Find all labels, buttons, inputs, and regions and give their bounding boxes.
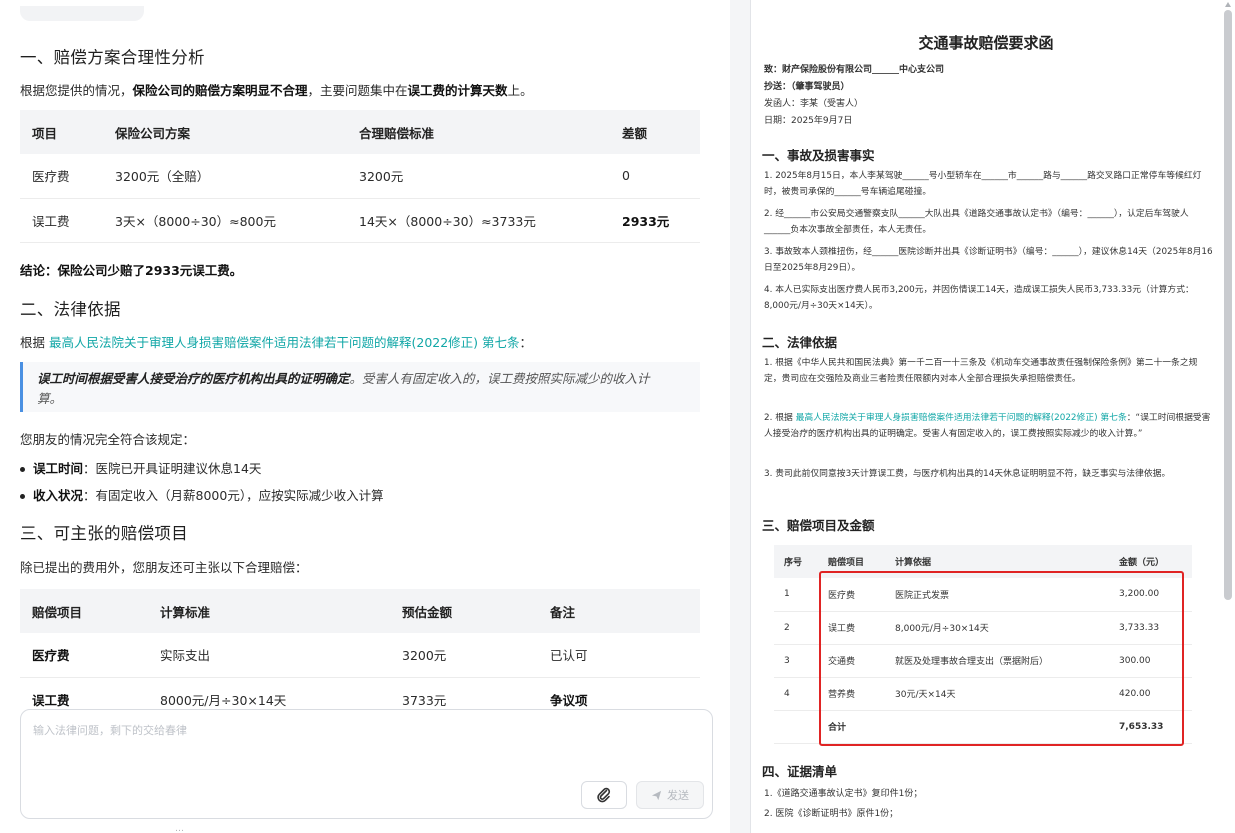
doc-section4-heading: 四、证据清单 [762,764,838,779]
col-header: 合理赔偿标准 [347,110,610,154]
doc-fact-item: 4. 本人已实际支出医疗费人民币3,200元，并因伤情误工14天，造成误工损失人… [764,285,1194,311]
table-cell: 1 [774,578,818,612]
pane-divider[interactable] [730,0,750,833]
doc-sender: 发函人：李某（受害人） [764,99,864,109]
table-cell: 3天×（8000÷30）≈800元 [103,198,347,243]
col-header: 序号 [774,545,818,578]
table-cell: 2933元 [610,198,700,243]
list-item: 收入状况：有固定收入（月薪8000元），应按实际减少收入计算 [20,485,384,504]
legal-quote: 误工时间根据受害人接受治疗的医疗机构出具的证明确定。受害人有固定收入的，误工费按… [20,362,700,412]
doc-evidence-item: 1.《道路交通事故认定书》复印件1份； [764,789,923,799]
table-cell: 4 [774,677,818,711]
table-cell: 实际支出 [148,633,390,678]
section3-intro: 除已提出的费用外，您朋友还可主张以下合理赔偿： [20,560,308,575]
chat-pane: 一、赔偿方案合理性分析 根据您提供的情况，保险公司的赔偿方案明显不合理，主要问题… [0,0,730,833]
doc-section2-heading: 二、法律依据 [762,335,838,350]
legal-basis-line: 根据 最高人民法院关于审理人身损害赔偿案件适用法律若干问题的解释(2022修正)… [20,335,533,350]
table-cell [774,710,818,744]
doc-legal-item: 2. 根据 最高人民法院关于审理人身损害赔偿案件适用法律若干问题的解释(2022… [764,413,1211,439]
document-title: 交通事故赔偿要求函 [918,34,1054,52]
table-cell: 已认可 [538,633,700,678]
scroll-up-icon[interactable] [1225,2,1231,7]
table-cell: 医疗费 [20,154,103,199]
table-header-row: 项目 保险公司方案 合理赔偿标准 差额 [20,110,700,154]
section3-heading: 三、可主张的赔偿项目 [20,524,188,543]
doc-cc: 抄送：（肇事驾驶员） [764,82,850,92]
question-input[interactable] [33,722,633,762]
doc-fact-item: 1. 2025年8月15日，本人李某驾驶______号小型轿车在______市_… [764,171,1202,197]
table-cell: 2 [774,611,818,645]
footer-disclaimer: … [175,824,184,833]
col-header: 备注 [538,589,700,633]
attach-button[interactable] [581,781,627,809]
col-header: 预估金额 [390,589,538,633]
col-header: 保险公司方案 [103,110,347,154]
send-button[interactable]: 发送 [636,781,704,809]
table-row: 医疗费 实际支出 3200元 已认可 [20,633,700,678]
table-cell: 0 [610,154,700,199]
table-cell: 误工费 [20,198,103,243]
legal-citation-link[interactable]: 最高人民法院关于审理人身损害赔偿案件适用法律若干问题的解释(2022修正) 第七… [49,335,520,350]
send-icon [651,790,662,800]
table-cell: 3 [774,644,818,678]
doc-section3-heading: 三、赔偿项目及金额 [762,518,875,533]
table-header-row: 赔偿项目 计算标准 预估金额 备注 [20,589,700,633]
section2-heading: 二、法律依据 [20,300,121,319]
col-header: 计算标准 [148,589,390,633]
doc-section1-heading: 一、事故及损害事实 [762,148,875,163]
table-cell: 3200元（全赔） [103,154,347,199]
scrollbar-thumb[interactable] [1224,10,1232,600]
doc-fact-item: 2. 经______市公安局交通警察支队______大队出具《道路交通事故认定书… [764,209,1189,235]
message-composer: 发送 [20,709,713,819]
doc-fact-item: 3. 事故致本人颈椎扭伤，经______医院诊断并出具《诊断证明书》（编号：__… [764,247,1213,273]
claims-table: 赔偿项目 计算标准 预估金额 备注 医疗费 实际支出 3200元 已认可 误工费… [20,589,700,722]
doc-legal-item: 3. 贵司此前仅同意按3天计算误工费，与医疗机构出具的14天休息证明明显不符，缺… [764,469,1171,479]
table-cell: 医疗费 [20,633,148,678]
paperclip-icon [597,787,611,803]
doc-legal-item: 1. 根据《中华人民共和国民法典》第一千二百一十三条及《机动车交通事故责任强制保… [764,358,1198,384]
comparison-table: 项目 保险公司方案 合理赔偿标准 差额 医疗费 3200元（全赔） 3200元 … [20,110,700,243]
table-row: 医疗费 3200元（全赔） 3200元 0 [20,154,700,199]
table-cell: 3200元 [347,154,610,199]
bullet-icon [20,494,25,499]
table-cell: 3200元 [390,633,538,678]
table-cell: 14天×（8000÷30）≈3733元 [347,198,610,243]
list-item: 误工时间：医院已开具证明建议休息14天 [20,458,261,477]
doc-recipient: 致：财产保险股份有限公司______中心支公司 [764,65,945,75]
table-row: 误工费 3天×（8000÷30）≈800元 14天×（8000÷30）≈3733… [20,198,700,243]
section1-heading: 一、赔偿方案合理性分析 [20,48,205,67]
bullet-icon [20,467,25,472]
col-header: 差额 [610,110,700,154]
document-preview-pane: 交通事故赔偿要求函 致：财产保险股份有限公司______中心支公司 抄送：（肇事… [750,0,1235,833]
doc-citation-link[interactable]: 最高人民法院关于审理人身损害赔偿案件适用法律若干问题的解释(2022修正) 第七… [796,413,1127,423]
conclusion-text: 结论：保险公司少赔了2933元误工费。 [20,263,243,278]
send-label: 发送 [667,789,689,802]
doc-date: 日期：2025年9月7日 [764,116,853,126]
doc-evidence-item: 2. 医院《诊断证明书》原件1份； [764,809,899,819]
col-header: 赔偿项目 [20,589,148,633]
highlight-annotation-box [819,571,1184,746]
collapsed-message-pill[interactable] [20,6,144,21]
section1-intro: 根据您提供的情况，保险公司的赔偿方案明显不合理，主要问题集中在误工费的计算天数上… [20,83,533,98]
fit-statement: 您朋友的情况完全符合该规定： [20,432,196,447]
col-header: 项目 [20,110,103,154]
